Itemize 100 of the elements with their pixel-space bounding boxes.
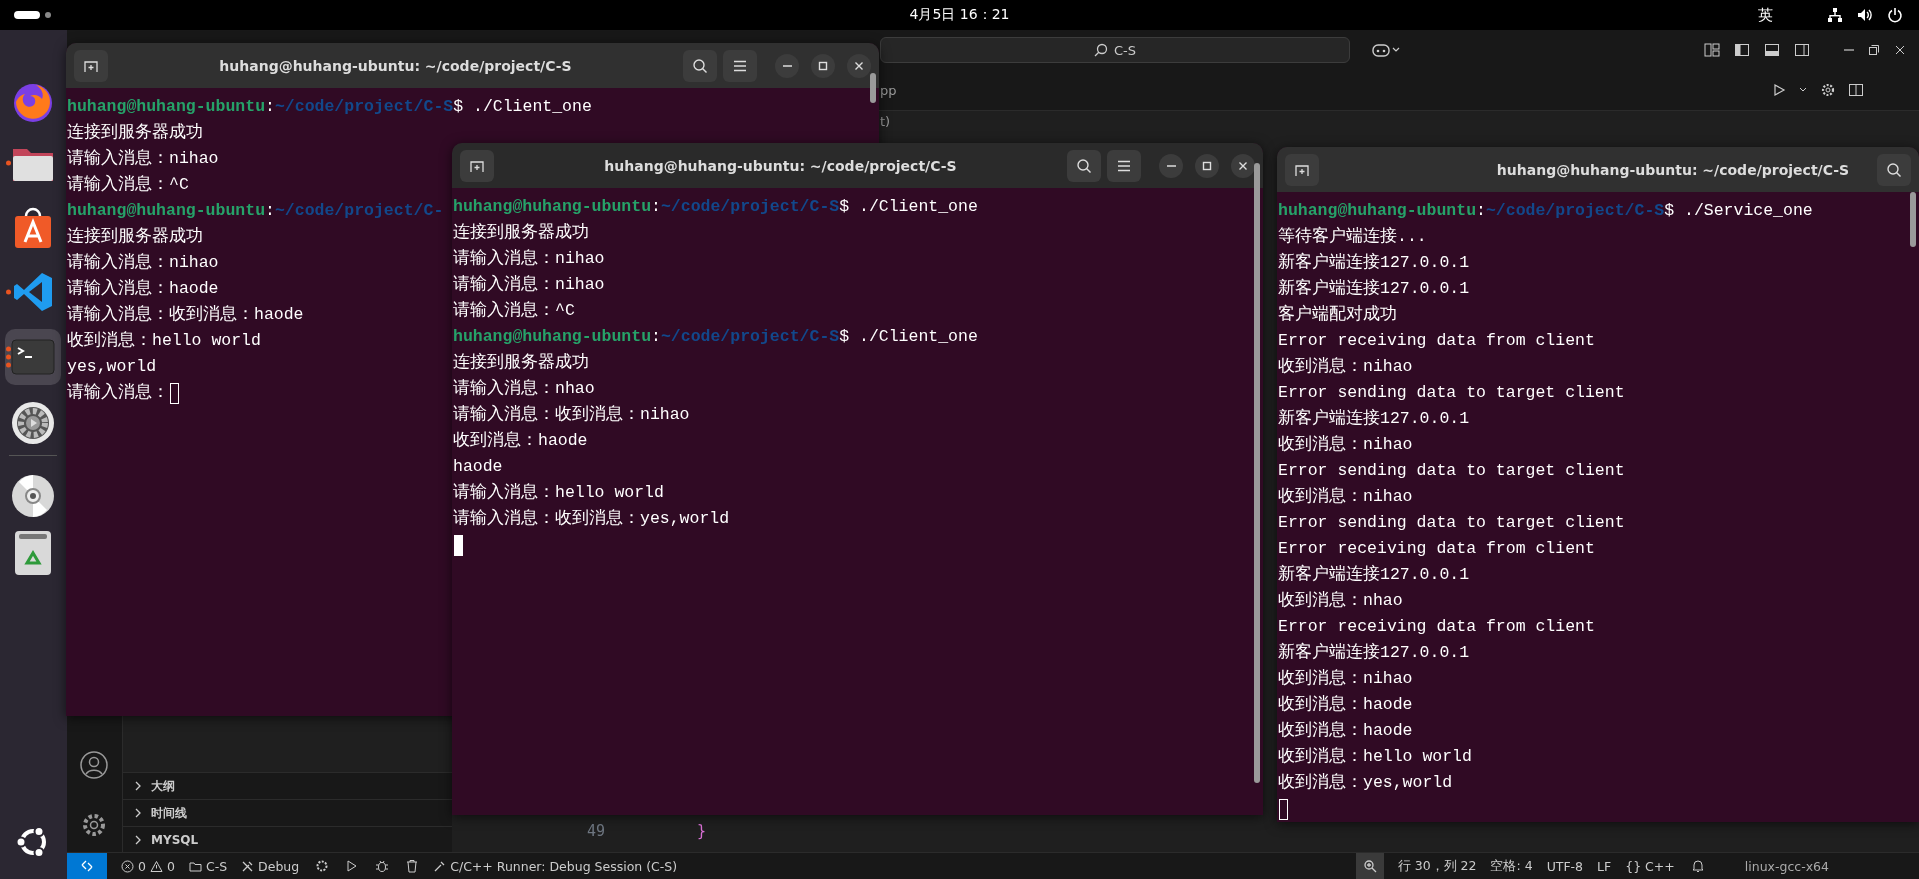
output-line: 请输入消息：nhao [453,378,595,400]
workspace-status[interactable]: C-S [188,858,228,874]
secondary-sidebar-icon[interactable] [1794,42,1810,58]
sidebar-section-header[interactable]: 时间线 [123,799,452,826]
output-line: 收到消息：hello world [67,330,261,352]
new-tab-button[interactable] [460,149,494,182]
output-line: Error receiving data from client [1278,330,1595,352]
scrollbar[interactable] [1254,163,1260,783]
chevron-icon [133,807,143,819]
close-icon[interactable] [1894,44,1906,56]
output-line: Error receiving data from client [1278,616,1595,638]
output-line: Error sending data to target client [1278,512,1625,534]
output-line: 新客户端连接127.0.0.1 [1278,563,1470,586]
disc-icon [11,474,55,518]
output-line: 连接到服务器成功 [67,226,203,248]
output-line: 收到消息：haode [1278,720,1413,742]
output-line: 收到消息：haode [1278,694,1413,716]
bell-icon[interactable] [1690,859,1705,873]
scrollbar[interactable] [1910,192,1916,247]
zoom-icon [1362,859,1377,873]
search-icon [1076,157,1092,174]
prompt-line: huhang@huhang-ubuntu:~/code/project/C- [67,200,444,222]
sidebar-toggle-icon[interactable] [1734,42,1750,58]
output-line: 收到消息：yes,world [1278,772,1453,794]
minimize-icon [1166,164,1176,167]
output-line: 收到消息：nihao [1278,668,1413,690]
power-icon[interactable] [1887,7,1903,23]
assistant-icon[interactable] [1372,42,1402,58]
activities-indicator[interactable] [14,11,51,19]
output-line: 连接到服务器成功 [67,122,203,144]
new-tab-button[interactable] [74,49,108,82]
indentation-status[interactable]: 空格: 4 [1490,857,1533,875]
close-button[interactable] [847,53,871,78]
maximize-button[interactable] [1195,153,1219,178]
search-field[interactable]: C-S [880,37,1350,63]
line-number: 49 [587,822,607,840]
output-line: 收到消息：hello world [1278,746,1472,768]
volume-icon[interactable] [1857,7,1873,23]
clock[interactable]: 4月5日 16：21 [909,6,1010,24]
scrollbar[interactable] [870,73,876,103]
split-editor-icon[interactable] [1848,82,1864,98]
search-button[interactable] [683,49,717,82]
trash-icon[interactable] [405,859,420,873]
minimize-button[interactable] [775,53,799,78]
prompt-line: huhang@huhang-ubuntu:~/code/project/C-S$ ./Client_one [453,326,978,348]
language-status[interactable]: {} C++ [1625,858,1675,874]
close-button[interactable] [1231,153,1255,178]
output-line: yes,world [67,356,157,378]
output-line: 请输入消息：收到消息：haode [67,304,304,326]
restore-icon[interactable] [1868,44,1880,56]
new-tab-button[interactable] [1285,153,1319,186]
output-line: 请输入消息：nihao [67,252,219,274]
error-icon [121,859,134,873]
output-line: Error receiving data from client [1278,538,1595,560]
output-line: 请输入消息：收到消息：nihao [453,404,690,426]
output-line: 请输入消息：hello world [453,482,664,504]
terminal-icon [11,339,55,375]
output-line: 客户端配对成功 [1278,303,1397,326]
prompt-line: huhang@huhang-ubuntu:~/code/project/C-S$ ./Client_one [67,96,592,118]
layout-icon[interactable] [1704,42,1720,58]
run-icon[interactable] [1772,83,1786,97]
encoding-status[interactable]: UTF-8 [1546,858,1584,874]
breadcrumb[interactable]: t) [880,114,891,129]
network-icon[interactable] [1827,7,1843,23]
account-icon[interactable] [79,750,109,780]
output-line: 请输入消息：haode [67,278,219,300]
menu-icon [1117,159,1131,172]
minimize-button[interactable] [1159,153,1183,178]
maximize-icon [818,60,828,71]
search-button[interactable] [1067,149,1101,182]
debug-status[interactable]: Debug [241,858,300,874]
search-button[interactable] [1877,153,1911,186]
code-line: } [697,822,707,840]
zoom-button[interactable] [1355,853,1384,879]
menu-icon [733,59,747,72]
problems-status[interactable]: 0 0 [121,858,175,874]
window-title: huhang@huhang-ubuntu: ~/code/project/C-S [1495,161,1851,178]
window-title: huhang@huhang-ubuntu: ~/code/project/C-S [218,57,573,74]
platform-status[interactable]: linux-gcc-x64 [1744,858,1829,874]
sidebar-section-header[interactable]: 大纲 [123,772,452,799]
runner-status[interactable]: C/C++ Runner: Debug Session (C-S) [433,858,678,874]
panel-toggle-icon[interactable] [1764,42,1780,58]
menu-button[interactable] [1107,149,1141,182]
close-icon [854,60,864,71]
search-icon [1886,161,1902,178]
menu-button[interactable] [723,49,757,82]
output-line: 请输入消息： [67,382,169,404]
cursor-position-status[interactable]: 行 30，列 22 [1397,857,1477,875]
prompt-line: huhang@huhang-ubuntu:~/code/project/C-S$ ./Client_one [453,196,978,218]
maximize-button[interactable] [811,53,835,78]
output-line: 请输入消息：^C [453,300,575,322]
line-ending-status[interactable]: LF [1597,858,1612,874]
minimize-icon [782,64,792,67]
editor-tab[interactable]: pp [880,82,897,98]
bug-icon[interactable] [375,859,390,873]
input-method-indicator[interactable]: 英 [1758,5,1773,25]
close-icon [1238,160,1248,171]
output-line: 收到消息：nhao [1278,590,1403,612]
recycle-bin-icon [14,530,52,576]
output-line: 连接到服务器成功 [453,222,589,244]
